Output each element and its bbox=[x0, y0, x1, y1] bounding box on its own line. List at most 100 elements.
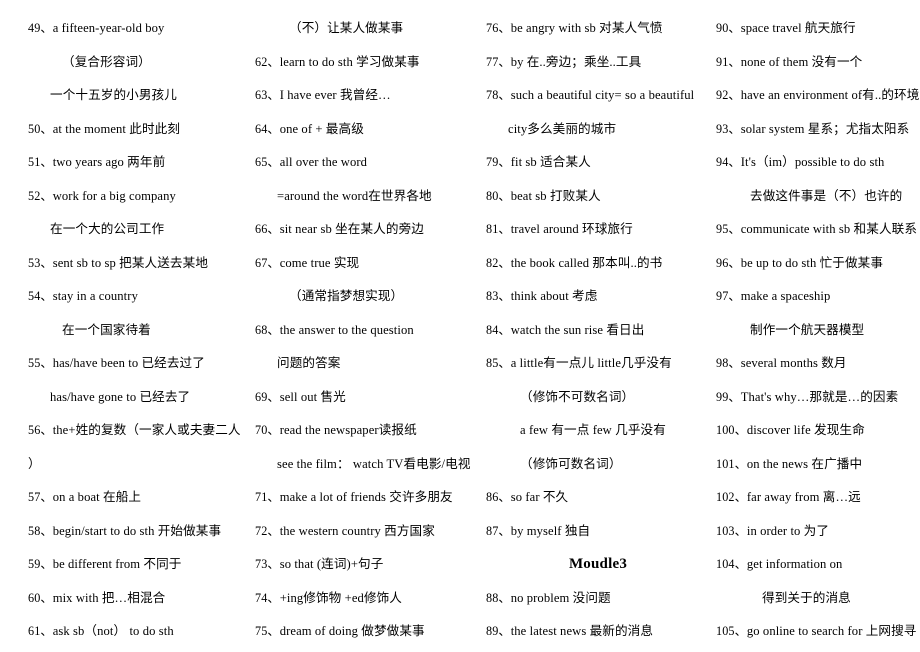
phrase-entry: 71、make a lot of friends 交许多朋友 bbox=[255, 490, 483, 504]
phrase-entry: 52、work for a big company bbox=[28, 189, 254, 203]
entry-number: 50、 bbox=[28, 121, 53, 136]
entry-text: It's（im）possible to do sth bbox=[740, 155, 885, 169]
entry-number: 52、 bbox=[28, 188, 53, 203]
entry-text: =around the word在世界各地 bbox=[277, 188, 432, 203]
entry-text: watch the sun rise 看日出 bbox=[510, 322, 645, 337]
entry-text: so that (连词)+句子 bbox=[279, 557, 384, 571]
entry-number: 60、 bbox=[28, 590, 53, 605]
entry-number: 82、 bbox=[486, 255, 511, 270]
entry-text: sent sb to sp 把某人送去某地 bbox=[52, 255, 209, 270]
entry-text: work for a big company bbox=[52, 188, 176, 203]
entry-number: 64、 bbox=[255, 121, 280, 136]
phrase-entry: 59、be different from 不同于 bbox=[28, 557, 254, 571]
entry-number: 83、 bbox=[486, 289, 511, 303]
phrase-continuation: （修饰可数名词） bbox=[486, 457, 744, 471]
phrase-entry: 67、come true 实现 bbox=[255, 256, 483, 270]
phrase-continuation: city多么美丽的城市 bbox=[486, 122, 732, 136]
entry-text: That's why…那就是…的因素 bbox=[740, 389, 899, 404]
phrase-entry: 92、have an environment of有..的环境 bbox=[716, 88, 920, 102]
entry-number: 49、 bbox=[28, 21, 53, 35]
phrase-entry: 89、the latest news 最新的消息 bbox=[486, 624, 710, 638]
entry-text: on a boat 在船上 bbox=[52, 490, 142, 504]
entry-number: 94、 bbox=[716, 155, 741, 169]
entry-number: 66、 bbox=[255, 222, 280, 236]
entry-text: in order to 为了 bbox=[746, 523, 830, 538]
entry-text: a few 有一点 few 几乎没有 bbox=[520, 423, 666, 437]
entry-text: mix with 把…相混合 bbox=[52, 590, 166, 605]
phrase-entry: 69、sell out 售光 bbox=[255, 390, 483, 404]
phrase-entry: 85、a little有一点儿 little几乎没有 bbox=[486, 356, 710, 370]
phrase-continuation: has/have gone to 已经去了 bbox=[28, 390, 276, 404]
entry-text: city多么美丽的城市 bbox=[508, 121, 617, 136]
entry-number: 72、 bbox=[255, 523, 280, 538]
entry-text: 问题的答案 bbox=[277, 356, 341, 370]
entry-number: 95、 bbox=[716, 222, 741, 236]
entry-number: 97、 bbox=[716, 289, 741, 303]
entry-number: 55、 bbox=[28, 356, 53, 370]
entry-text: by myself 独自 bbox=[510, 523, 591, 538]
entry-number: 51、 bbox=[28, 155, 53, 169]
entry-text: think about 考虑 bbox=[510, 289, 598, 303]
phrase-entry: 101、on the news 在广播中 bbox=[716, 457, 920, 471]
entry-text: all over the word bbox=[279, 155, 368, 169]
phrase-entry: 60、mix with 把…相混合 bbox=[28, 591, 254, 605]
entry-text: the answer to the question bbox=[279, 322, 414, 337]
entry-number: 90、 bbox=[716, 21, 741, 35]
entry-text: dream of doing 做梦做某事 bbox=[279, 624, 425, 638]
entry-text: （通常指梦想实现） bbox=[289, 289, 404, 303]
phrase-entry: 68、the answer to the question bbox=[255, 323, 483, 337]
phrase-entry: 84、watch the sun rise 看日出 bbox=[486, 323, 710, 337]
entry-text: Moudle3 bbox=[568, 556, 628, 572]
entry-number: 56、 bbox=[28, 423, 53, 437]
entry-text: make a lot of friends 交许多朋友 bbox=[279, 490, 453, 504]
phrase-entry: 75、dream of doing 做梦做某事 bbox=[255, 624, 483, 638]
phrase-entry: 87、by myself 独自 bbox=[486, 524, 710, 538]
phrase-entry: 66、sit near sb 坐在某人的旁边 bbox=[255, 222, 483, 236]
phrase-entry: 97、make a spaceship bbox=[716, 289, 920, 303]
phrase-entry: 51、two years ago 两年前 bbox=[28, 155, 254, 169]
entry-number: 57、 bbox=[28, 490, 53, 504]
entry-number: 101、 bbox=[716, 456, 747, 471]
phrase-entry: 102、far away from 离…远 bbox=[716, 490, 920, 504]
phrase-continuation: 一个十五岁的小男孩儿 bbox=[28, 88, 276, 102]
entry-number: 58、 bbox=[28, 523, 53, 538]
phrase-entry: 95、communicate with sb 和某人联系 bbox=[716, 222, 920, 236]
entry-number: 75、 bbox=[255, 624, 280, 638]
entry-number: 87、 bbox=[486, 523, 511, 538]
entry-text: 一个十五岁的小男孩儿 bbox=[50, 88, 177, 102]
entry-text: none of them 没有一个 bbox=[740, 54, 863, 69]
entry-text: several months 数月 bbox=[740, 356, 847, 370]
entry-number: 74、 bbox=[255, 590, 280, 605]
entry-number: 73、 bbox=[255, 557, 280, 571]
phrase-entry: 80、beat sb 打败某人 bbox=[486, 189, 710, 203]
phrase-continuation: =around the word在世界各地 bbox=[255, 189, 505, 203]
entry-number: 59、 bbox=[28, 557, 53, 571]
phrase-entry: 94、It's（im）possible to do sth bbox=[716, 155, 920, 169]
entry-number: 100、 bbox=[716, 423, 747, 437]
entry-number: 53、 bbox=[28, 255, 53, 270]
entry-number: 96、 bbox=[716, 255, 741, 270]
entry-text: have an environment of有..的环境 bbox=[740, 88, 920, 102]
phrase-entry: 86、so far 不久 bbox=[486, 490, 710, 504]
entry-text: communicate with sb 和某人联系 bbox=[740, 222, 918, 236]
phrase-continuation: 去做这件事是（不）也许的 bbox=[716, 189, 920, 203]
phrase-entry: 76、be angry with sb 对某人气愤 bbox=[486, 21, 710, 35]
entry-text: see the film： watch TV看电影/电视 bbox=[277, 456, 471, 471]
entry-text: a little有一点儿 little几乎没有 bbox=[510, 356, 672, 370]
phrase-continuation: 制作一个航天器模型 bbox=[716, 323, 920, 337]
phrase-continuation: （修饰不可数名词） bbox=[486, 390, 744, 404]
entry-text: make a spaceship bbox=[740, 289, 831, 303]
phrase-entry: 54、stay in a country bbox=[28, 289, 254, 303]
phrase-entry: 53、sent sb to sp 把某人送去某地 bbox=[28, 256, 254, 270]
entry-text: ask sb（not） to do sth bbox=[52, 624, 174, 638]
entry-text: 制作一个航天器模型 bbox=[750, 322, 865, 337]
entry-text: read the newspaper读报纸 bbox=[279, 423, 417, 437]
entry-text: travel around 环球旅行 bbox=[510, 222, 633, 236]
phrase-entry: 83、think about 考虑 bbox=[486, 289, 710, 303]
entry-text: the+姓的复数（一家人或夫妻二人 bbox=[52, 423, 241, 437]
phrase-entry: 70、read the newspaper读报纸 bbox=[255, 423, 483, 437]
phrase-continuation: 得到关于的消息 bbox=[716, 591, 920, 605]
entry-number: 63、 bbox=[255, 88, 280, 102]
phrase-continuation: 在一个国家待着 bbox=[28, 323, 288, 337]
entry-number: 102、 bbox=[716, 490, 747, 504]
